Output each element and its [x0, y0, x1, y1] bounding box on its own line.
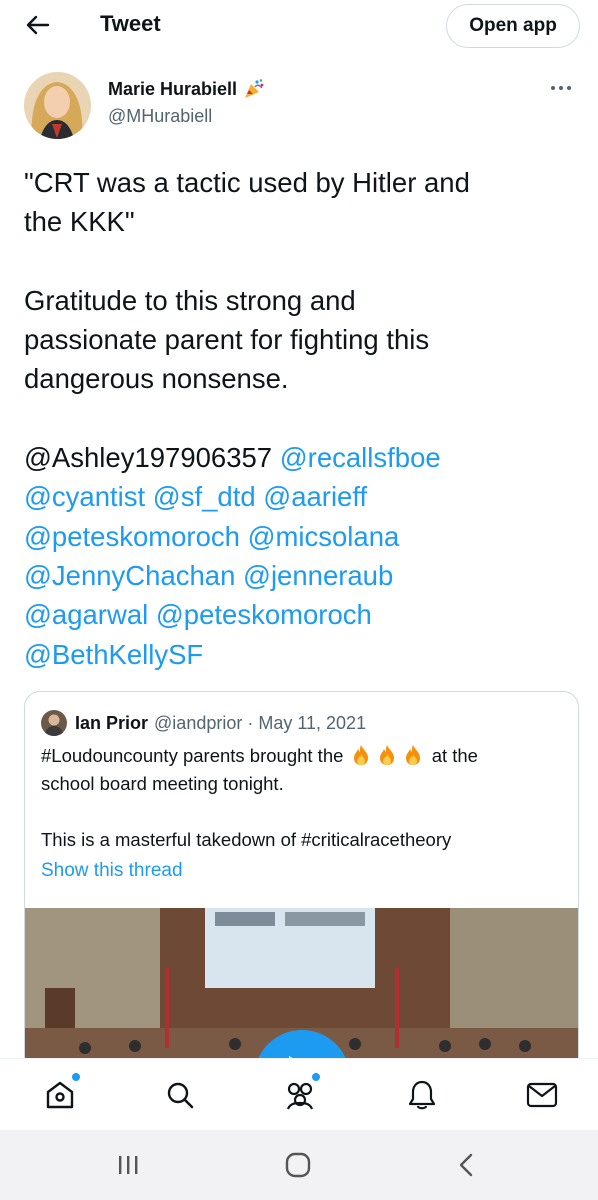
search-icon: [167, 1082, 194, 1109]
fire-emoji-group: [349, 745, 427, 766]
tweet-author: Marie Hurabiell @MHurabiell: [24, 72, 576, 140]
fire-emoji-icon: [353, 745, 368, 765]
author-name[interactable]: Marie Hurabiell: [108, 78, 265, 100]
tweet-text-line: the KKK": [24, 206, 135, 238]
nav-search[interactable]: [162, 1077, 198, 1113]
recents-button[interactable]: [110, 1150, 146, 1180]
home-icon: [46, 1081, 74, 1109]
avatar[interactable]: [24, 72, 91, 139]
tweet-text: "CRT was a tactic used by Hitler and the…: [24, 163, 580, 674]
home-circle-icon: [285, 1152, 311, 1178]
mention-link[interactable]: @agarwal: [24, 599, 148, 630]
nav-messages[interactable]: [524, 1077, 560, 1113]
mentions-line: @agarwal @peteskomoroch: [24, 595, 580, 634]
quoted-text-line: school board meeting tonight.: [41, 773, 284, 794]
nav-home[interactable]: [42, 1073, 80, 1113]
back-chevron-icon: [459, 1153, 473, 1177]
mention-link[interactable]: @sf_dtd: [153, 481, 256, 512]
fire-emoji-icon: [405, 745, 420, 765]
mention-link[interactable]: @peteskomoroch: [24, 521, 240, 552]
communities-icon: [286, 1082, 314, 1110]
open-app-button[interactable]: Open app: [446, 4, 580, 48]
system-navigation-bar: [0, 1130, 598, 1200]
bell-icon: [408, 1080, 436, 1110]
mentions-line: @cyantist @sf_dtd @aarieff: [24, 477, 580, 516]
quoted-author-name: Ian Prior: [75, 712, 149, 733]
bottom-navigation: [0, 1058, 598, 1130]
system-back-button[interactable]: [448, 1150, 484, 1180]
quoted-text-part: at the: [431, 745, 478, 766]
mentions-line: @JennyChachan @jenneraub: [24, 556, 580, 595]
tweet-text-line: Gratitude to this strong and: [24, 284, 356, 316]
mentions-line: @BethKellySF: [24, 635, 580, 674]
author-handle[interactable]: @MHurabiell: [108, 106, 212, 127]
fire-emoji-icon: [379, 745, 394, 765]
show-thread-link[interactable]: Show this thread: [41, 860, 183, 882]
author-name-text: Marie Hurabiell: [108, 78, 238, 99]
mention-link[interactable]: @cyantist: [24, 481, 145, 512]
party-popper-icon: [245, 79, 264, 98]
nav-notifications[interactable]: [404, 1077, 440, 1113]
mention-link[interactable]: @JennyChachan: [24, 560, 235, 591]
quoted-tweet[interactable]: Ian Prior @iandprior · May 11, 2021 #Lou…: [24, 691, 579, 1111]
mentions-line: @Ashley197906357 @recallsfboe: [24, 438, 580, 477]
top-bar: Tweet Open app: [0, 0, 598, 52]
tweet-text-line: dangerous nonsense.: [24, 363, 289, 395]
mail-icon: [526, 1082, 558, 1108]
meta-separator: ·: [247, 712, 254, 733]
mention-link[interactable]: @jenneraub: [243, 560, 393, 591]
quoted-text-part: #Loudouncounty parents brought the: [41, 745, 344, 766]
system-home-button[interactable]: [280, 1150, 316, 1180]
quoted-date: May 11, 2021: [258, 712, 367, 733]
more-options-button[interactable]: [546, 78, 576, 98]
quoted-tweet-text: #Loudouncounty parents brought the at th…: [41, 742, 561, 854]
nav-communities[interactable]: [282, 1073, 320, 1113]
back-button[interactable]: [20, 10, 56, 40]
mention-link[interactable]: @recallsfboe: [280, 442, 441, 473]
back-arrow-icon: [26, 15, 50, 35]
notification-dot: [312, 1073, 320, 1081]
quoted-text-line: This is a masterful takedown of #critica…: [41, 829, 452, 850]
recents-icon: [119, 1156, 138, 1174]
quoted-tweet-header: Ian Prior @iandprior · May 11, 2021: [41, 710, 366, 736]
tweet-text-line: passionate parent for fighting this: [24, 324, 430, 356]
tweet-text-line: "CRT was a tactic used by Hitler and: [24, 167, 470, 198]
mention-link[interactable]: @BethKellySF: [24, 639, 203, 670]
quoted-author-handle: @iandprior: [154, 712, 243, 733]
page-title: Tweet: [100, 11, 161, 36]
notification-dot: [72, 1073, 80, 1081]
mention-link[interactable]: @micsolana: [248, 521, 400, 552]
mention-link[interactable]: @peteskomoroch: [156, 599, 372, 630]
mentions-line: @peteskomoroch @micsolana: [24, 517, 580, 556]
more-dots-icon: [551, 86, 571, 90]
quoted-avatar: [41, 710, 67, 736]
mention-link[interactable]: @aarieff: [263, 481, 367, 512]
mention-plain[interactable]: @Ashley197906357: [24, 442, 272, 473]
